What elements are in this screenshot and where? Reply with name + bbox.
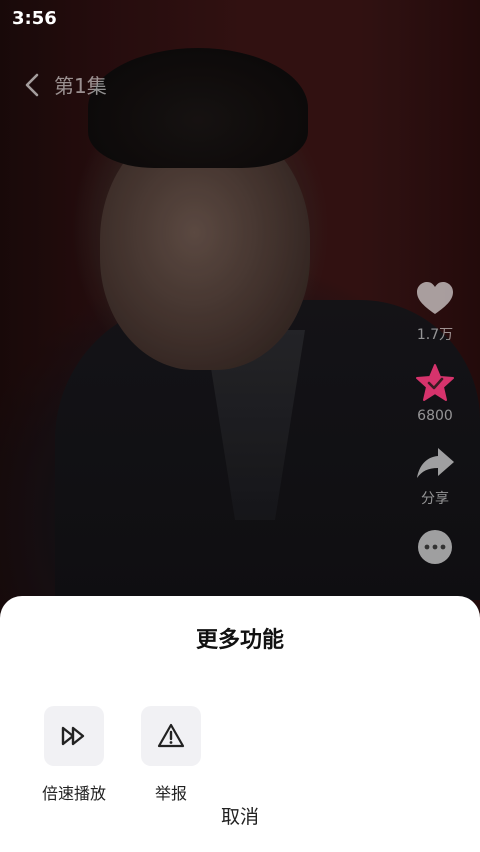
share-arrow-icon <box>417 448 454 478</box>
more-functions-sheet: 更多功能 倍速播放 举报 取消 <box>0 596 480 852</box>
more-button[interactable] <box>414 526 456 568</box>
fast-forward-icon <box>61 726 85 746</box>
chevron-left-icon <box>25 73 39 96</box>
favorite-count: 6800 <box>417 408 453 424</box>
like-count: 1.7万 <box>416 327 454 343</box>
report-label: 举报 <box>154 784 187 803</box>
playback-speed-option[interactable]: 倍速播放 <box>29 706 119 804</box>
more-dots-icon <box>418 530 452 564</box>
heart-icon <box>417 282 453 314</box>
share-button[interactable]: 分享 <box>414 442 456 508</box>
status-time: 3:56 <box>12 8 57 29</box>
favorite-button[interactable]: 6800 <box>414 362 456 424</box>
warning-icon <box>157 723 185 748</box>
episode-title: 第1集 <box>54 74 107 98</box>
cancel-button[interactable]: 取消 <box>0 802 480 829</box>
star-check-icon <box>416 364 454 401</box>
report-option[interactable]: 举报 <box>126 706 216 804</box>
report-tile[interactable] <box>141 706 201 766</box>
share-label: 分享 <box>421 491 449 507</box>
playback-speed-label: 倍速播放 <box>41 784 106 803</box>
back-button[interactable]: 第1集 <box>22 70 107 99</box>
sheet-title: 更多功能 <box>195 628 284 653</box>
playback-speed-tile[interactable] <box>44 706 104 766</box>
side-action-bar: 1.7万 6800 分享 <box>410 278 460 586</box>
like-button[interactable]: 1.7万 <box>414 278 456 344</box>
